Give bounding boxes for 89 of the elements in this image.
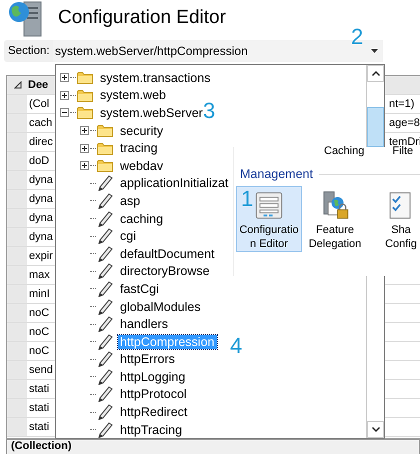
property-value: age=8	[388, 117, 420, 129]
property-name: expir	[28, 250, 54, 262]
property-value: nt=1)	[388, 98, 416, 110]
pen-icon	[97, 386, 113, 402]
scroll-down-button[interactable]	[367, 421, 384, 438]
pen-icon	[97, 298, 113, 315]
pen-icon	[97, 228, 113, 244]
tile-label: Sha Config	[385, 223, 417, 251]
feature-label: Filte	[392, 147, 414, 155]
tree-item[interactable]: system.web	[98, 88, 168, 102]
property-name: (Col	[28, 98, 50, 110]
step-number: 3	[203, 98, 216, 124]
property-name: noC	[28, 307, 50, 319]
pen-icon	[97, 351, 113, 368]
tree-item[interactable]: globalModules	[118, 300, 203, 314]
expander-icon[interactable]	[60, 73, 69, 82]
tree-item[interactable]: handlers	[118, 317, 170, 332]
tree-item[interactable]: fastCgi	[118, 282, 161, 296]
property-name: stati	[28, 383, 50, 395]
scroll-up-button[interactable]	[367, 65, 384, 82]
pen-icon	[97, 246, 113, 262]
tree-item[interactable]: security	[118, 124, 166, 138]
property-name: send	[28, 364, 54, 376]
tree-item[interactable]: defaultDocument	[118, 246, 217, 261]
pen-icon	[97, 422, 113, 438]
folder-icon	[97, 159, 113, 172]
window-title: Configuration Editor	[58, 7, 226, 29]
chevron-up-icon	[372, 71, 380, 76]
pen-icon	[97, 263, 113, 280]
property-name: stati	[28, 402, 50, 414]
pen-icon	[97, 404, 113, 420]
form-window-icon	[253, 191, 285, 220]
property-name: direc	[28, 136, 54, 148]
expander-icon[interactable]	[60, 108, 69, 118]
feature-tile[interactable]: Sha Config	[368, 186, 420, 252]
tree-item[interactable]: httpProtocol	[118, 387, 189, 402]
expander-icon[interactable]	[60, 90, 69, 100]
property-name: noC	[28, 345, 50, 357]
tree-item[interactable]: httpTracing	[118, 422, 184, 437]
tree-item[interactable]: httpRedirect	[118, 405, 190, 420]
step-number: 1	[241, 186, 254, 212]
folder-icon	[77, 71, 93, 84]
property-name: stati	[28, 421, 50, 433]
folder-icon	[77, 88, 93, 102]
property-name: cach	[28, 117, 54, 129]
tree-item[interactable]: httpErrors	[118, 352, 177, 366]
property-name: max	[28, 269, 51, 281]
tree-item[interactable]: cgi	[118, 229, 138, 244]
tree-item[interactable]: webdav	[118, 158, 166, 173]
pen-icon	[97, 280, 113, 297]
feature-tile[interactable]: Feature Delegation	[302, 186, 368, 252]
expander-icon[interactable]	[80, 126, 89, 136]
folder-icon	[77, 106, 93, 120]
folder-icon	[97, 124, 113, 138]
group-name: Dee	[28, 79, 48, 91]
pen-icon	[97, 210, 113, 227]
tile-label: Configuratio n Editor	[239, 223, 299, 251]
property-name: dyna	[28, 231, 54, 243]
expander-icon[interactable]	[80, 161, 89, 170]
pen-icon	[97, 368, 113, 385]
pen-icon	[97, 316, 113, 332]
section-label: Section:	[7, 45, 51, 57]
scrollbar-thumb[interactable]	[367, 107, 384, 147]
tree-item[interactable]: httpLogging	[118, 370, 188, 384]
step-number: 4	[230, 333, 242, 359]
tree-item[interactable]: system.webServer	[98, 106, 205, 120]
expander-icon[interactable]	[80, 144, 89, 153]
tile-label: Feature Delegation	[308, 223, 362, 251]
group-heading: Management	[240, 167, 313, 181]
pen-icon	[97, 334, 113, 350]
property-name: dyna	[28, 212, 54, 224]
tree-item[interactable]: directoryBrowse	[118, 264, 212, 278]
tree-item[interactable]: tracing	[118, 141, 160, 156]
collection-bar: (Collection)	[6, 439, 420, 454]
property-name: dyna	[28, 174, 54, 186]
property-name: minI	[28, 288, 51, 300]
property-name: noC	[28, 326, 50, 338]
tree-item[interactable]: asp	[118, 194, 142, 208]
tree-item[interactable]: system.transactions	[98, 70, 212, 85]
tree-item[interactable]: caching	[118, 212, 166, 226]
feature-label: Caching	[324, 147, 364, 155]
pen-icon	[97, 175, 113, 192]
pen-icon	[97, 192, 113, 209]
chevron-down-icon	[372, 427, 380, 432]
folder-icon	[97, 142, 113, 155]
tree-item[interactable]: applicationInitializat	[118, 176, 230, 190]
property-name: doD	[28, 155, 50, 167]
caret-icon	[371, 49, 378, 53]
property-name: dyna	[28, 193, 54, 205]
